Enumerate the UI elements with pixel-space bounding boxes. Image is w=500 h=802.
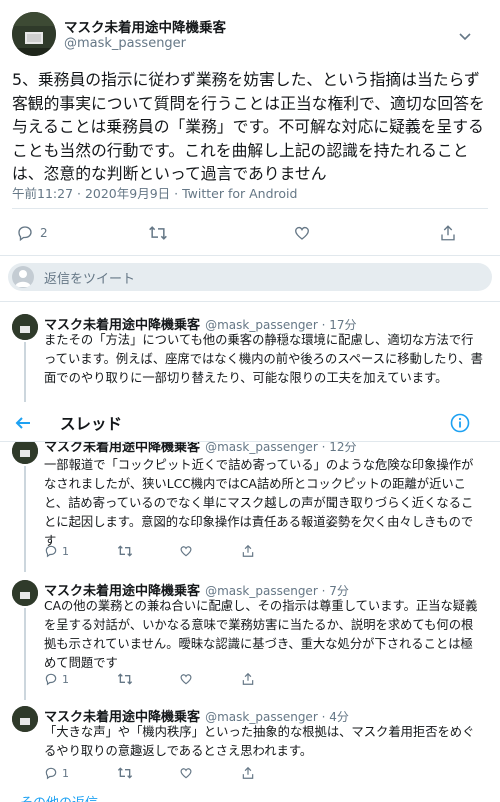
- reply-3-thread-line: [24, 608, 26, 700]
- share-icon: [242, 766, 254, 779]
- reply-box[interactable]: 返信をツイート: [8, 263, 492, 291]
- heart-icon: [180, 674, 192, 685]
- heart-icon: [180, 546, 192, 557]
- reply-2-reply-button[interactable]: 1: [44, 544, 69, 558]
- share-icon: [242, 544, 254, 557]
- reply-3-reply-count: 1: [62, 672, 69, 686]
- main-avatar[interactable]: [12, 12, 56, 56]
- reply-3-retweet-button[interactable]: [117, 672, 133, 686]
- reply-3-share-button[interactable]: [241, 672, 255, 686]
- chevron-down-icon[interactable]: [458, 28, 472, 47]
- reply-2-thread-line: [24, 466, 26, 572]
- info-icon[interactable]: [450, 413, 470, 437]
- reply-icon: [45, 673, 57, 686]
- main-tweet-text: 5、乗務員の指示に従わず業務を妨害した、という指摘は当たらず客観的事実について質…: [12, 70, 485, 183]
- main-author-name[interactable]: マスク未着用途中降機乗客: [64, 16, 226, 36]
- reply-4-reply-button[interactable]: 1: [44, 766, 69, 780]
- thread-title: スレッド: [60, 415, 123, 433]
- main-author-handle[interactable]: @mask_passenger: [64, 36, 186, 51]
- more-replies-link[interactable]: その他の返信: [20, 792, 98, 802]
- reply-icon: [18, 226, 32, 242]
- share-button[interactable]: [439, 224, 457, 242]
- retweet-icon: [148, 226, 167, 240]
- reply-2-author-name[interactable]: マスク未着用途中降機乗客: [44, 442, 200, 455]
- reply-3-avatar[interactable]: [12, 580, 38, 606]
- meta-divider: [12, 208, 488, 209]
- reply-box-placeholder: 返信をツイート: [44, 271, 136, 287]
- reply-4-handle-time[interactable]: @mask_passenger · 4分: [205, 710, 349, 724]
- reply-2-avatar[interactable]: [12, 442, 38, 464]
- thread-header: スレッド: [0, 404, 500, 442]
- reply-1-avatar[interactable]: [12, 314, 38, 340]
- reply-box-avatar: [12, 266, 34, 288]
- retweet-button[interactable]: [148, 224, 168, 242]
- reply-2-reply-count: 1: [62, 544, 69, 558]
- reply-1-thread-line: [24, 342, 26, 402]
- reply-4-avatar[interactable]: [12, 706, 38, 732]
- reply-icon: [45, 767, 57, 780]
- reply-4-text: 「大きな声」や「機内秩序」といった抽象的な根拠は、マスク着用拒否をめぐるやり取り…: [44, 725, 475, 758]
- reply-4-actions: 1: [44, 766, 255, 780]
- retweet-icon: [117, 545, 133, 557]
- reply-2-actions: 1: [44, 544, 255, 558]
- reply-2-handle-time[interactable]: @mask_passenger · 12分: [205, 442, 356, 454]
- reply-4-retweet-button[interactable]: [117, 766, 133, 780]
- reply-3-like-button[interactable]: [179, 672, 193, 686]
- reply-2-header: マスク未着用途中降機乗客 @mask_passenger · 12分: [44, 442, 356, 455]
- reply-icon: [45, 545, 57, 558]
- reply-2-text: 一部報道で「コックピット近くで詰め寄っている」のような危険な印象操作がなされまし…: [44, 458, 474, 548]
- reply-3-handle-time[interactable]: @mask_passenger · 7分: [205, 584, 349, 598]
- like-button[interactable]: [293, 224, 311, 242]
- reply-3-actions: 1: [44, 672, 255, 686]
- reply-1-handle-time[interactable]: @mask_passenger · 17分: [205, 318, 356, 332]
- reply-3-text: CAの他の業務との兼ね合いに配慮し、その指示は尊重しています。正当な疑義を呈する…: [44, 599, 478, 670]
- reply-button[interactable]: 2: [16, 224, 48, 242]
- reply-2[interactable]: マスク未着用途中降機乗客 @mask_passenger · 12分 一部報道で…: [0, 442, 500, 572]
- reply-4-reply-count: 1: [62, 766, 69, 780]
- reply-count: 2: [40, 226, 48, 240]
- back-arrow-icon[interactable]: [14, 414, 32, 436]
- reply-3[interactable]: マスク未着用途中降機乗客 @mask_passenger · 7分 CAの他の業…: [0, 576, 500, 700]
- share-icon: [440, 225, 455, 241]
- reply-1-text: またその「方法」についても他の乗客の静穏な環境に配慮し、適切な方法で行っています…: [44, 333, 483, 385]
- reply-2-like-button[interactable]: [179, 544, 193, 558]
- reply-box-divider: [0, 301, 500, 302]
- reply-4[interactable]: マスク未着用途中降機乗客 @mask_passenger · 4分 「大きな声」…: [0, 702, 500, 786]
- actions-divider: [0, 255, 500, 256]
- retweet-icon: [117, 673, 133, 685]
- main-tweet-meta: 午前11:27 · 2020年9月9日 · Twitter for Androi…: [12, 186, 298, 201]
- share-icon: [242, 672, 254, 685]
- main-action-row: 2: [16, 224, 476, 242]
- reply-4-share-button[interactable]: [241, 766, 255, 780]
- reply-2-share-button[interactable]: [241, 544, 255, 558]
- reply-4-like-button[interactable]: [179, 766, 193, 780]
- reply-2-retweet-button[interactable]: [117, 544, 133, 558]
- retweet-icon: [117, 767, 133, 779]
- heart-icon: [294, 226, 309, 240]
- reply-3-reply-button[interactable]: 1: [44, 672, 69, 686]
- heart-icon: [180, 768, 192, 779]
